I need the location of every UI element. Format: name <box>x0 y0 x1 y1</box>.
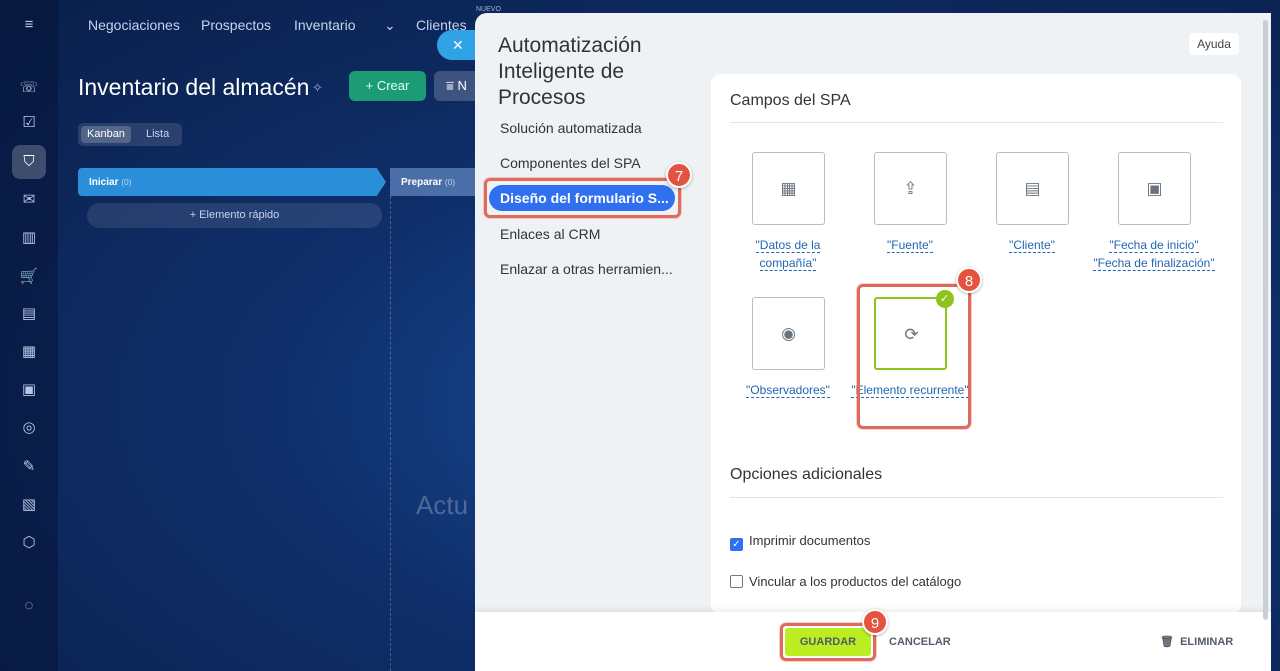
slider-footer: GUARDAR 9 CANCELAR 🗑 ELIMINAR <box>475 609 1271 671</box>
option-vincular-productos[interactable]: Vincular a los productos del catálogo <box>730 574 961 589</box>
delete-label: ELIMINAR <box>1180 636 1234 648</box>
field-label[interactable]: "Cliente" <box>971 236 1093 254</box>
page-title: Inventario del almacén <box>78 74 310 100</box>
option-label: Imprimir documentos <box>749 533 871 548</box>
field-tile[interactable]: ◉ <box>751 297 825 370</box>
nav-chevron-icon: ⌄ <box>384 17 396 33</box>
fields-section-title: Campos del SPA <box>730 92 851 109</box>
menu-item-componentes[interactable]: Componentes del SPA <box>500 155 641 171</box>
field-label[interactable]: "Fecha de inicio" "Fecha de finalización… <box>1093 236 1215 272</box>
checkbox-unchecked[interactable] <box>730 575 743 588</box>
crm-funnel-icon[interactable]: ⛉ <box>12 145 46 179</box>
delete-button[interactable]: 🗑 ELIMINAR <box>1160 628 1233 656</box>
step-badge-7: 7 <box>666 162 692 188</box>
stage-header-iniciar[interactable]: Iniciar (0) <box>78 168 386 196</box>
nav-item-prospectos[interactable]: Prospectos <box>201 17 271 33</box>
tasks-icon[interactable]: ☑ <box>19 113 39 133</box>
nav-item-negociaciones[interactable]: Negociaciones <box>88 17 180 33</box>
slider-scrollbar[interactable] <box>1263 20 1268 620</box>
create-button[interactable]: + Crear <box>349 71 426 101</box>
id-card-icon[interactable]: ▤ <box>19 304 39 324</box>
column-divider <box>390 196 391 671</box>
inbox-icon[interactable]: ✉ <box>19 190 39 210</box>
cart-icon[interactable]: 🛒 <box>19 267 39 287</box>
calendar-icon[interactable]: ▦ <box>19 342 39 362</box>
view-tab-kanban[interactable]: Kanban <box>81 126 131 143</box>
highlight-box-step-8 <box>857 284 971 429</box>
pen-icon[interactable]: ✎ <box>19 457 39 477</box>
field-datos-compania[interactable]: ▦ "Datos de la compañía" <box>727 152 849 272</box>
target-icon[interactable]: ◎ <box>19 418 39 438</box>
close-slider-button[interactable]: ✕ <box>437 30 477 60</box>
contact-center-icon[interactable]: ☏ <box>19 78 39 98</box>
calendar-icon: ▣ <box>1146 179 1163 198</box>
section-divider <box>730 122 1223 123</box>
nav-item-inventario[interactable]: Inventario <box>294 17 355 33</box>
option-imprimir-documentos[interactable]: ✓ Imprimir documentos <box>730 533 870 551</box>
section-divider <box>730 497 1223 498</box>
highlight-box-step-7 <box>484 178 681 218</box>
settings-icon[interactable]: ◌ <box>19 596 39 616</box>
left-sidebar: ≡ ☏ ☑ ⛉ ✉ ▥ 🛒 ▤ ▦ ▣ ◎ ✎ ▧ ⬡ ◌ <box>0 0 58 671</box>
filter-icon: ⩸ <box>446 78 458 93</box>
trash-icon: 🗑 <box>1160 636 1181 648</box>
document-icon[interactable]: ▧ <box>19 495 39 515</box>
slider-title: Automatización Inteligente de Procesos <box>498 34 642 109</box>
archive-icon[interactable]: ▣ <box>19 380 39 400</box>
stage-name: Preparar <box>401 177 443 188</box>
stage-count: (0) <box>121 177 132 187</box>
field-label[interactable]: "Datos de la compañía" <box>727 236 849 272</box>
content-card: Campos del SPA ▦ "Datos de la compañía" … <box>711 74 1241 614</box>
stage-name: Iniciar <box>89 177 119 188</box>
filter-label: N <box>457 78 467 93</box>
field-tile[interactable]: ▦ <box>751 152 825 225</box>
menu-item-solucion[interactable]: Solución automatizada <box>500 120 642 136</box>
cancel-button[interactable]: CANCELAR <box>889 628 951 656</box>
field-tile[interactable]: ▣ <box>1117 152 1191 225</box>
view-switcher: Kanban Lista <box>78 123 182 146</box>
options-section-title: Opciones adicionales <box>730 466 883 483</box>
save-button[interactable]: GUARDAR <box>785 628 871 656</box>
eye-icon: ◉ <box>781 324 796 343</box>
stage-header-preparar[interactable]: Preparar (0) <box>390 168 478 196</box>
help-button[interactable]: Ayuda <box>1189 33 1239 55</box>
id-card-icon: ▤ <box>1024 179 1041 198</box>
view-tab-lista[interactable]: Lista <box>140 126 175 143</box>
pin-icon[interactable]: ✧ <box>312 80 323 96</box>
menu-item-enlazar-herramientas[interactable]: Enlazar a otras herramien... <box>500 261 673 277</box>
option-label: Vincular a los productos del catálogo <box>749 574 962 589</box>
field-fechas[interactable]: ▣ "Fecha de inicio" "Fecha de finalizaci… <box>1093 152 1215 272</box>
field-tile[interactable]: ▤ <box>995 152 1069 225</box>
step-badge-8: 8 <box>956 267 982 293</box>
close-icon: ✕ <box>452 37 464 53</box>
quick-add-button[interactable]: + Elemento rápido <box>87 203 382 228</box>
box-icon[interactable]: ⬡ <box>19 533 39 553</box>
share-icon: ⇪ <box>903 179 918 198</box>
checkbox-checked[interactable]: ✓ <box>730 538 743 551</box>
new-tag: NUEVO <box>476 6 501 13</box>
stage-count: (0) <box>444 177 456 187</box>
automation-slider: Automatización Inteligente de Procesos A… <box>475 13 1271 671</box>
menu-item-enlaces-crm[interactable]: Enlaces al CRM <box>500 226 600 242</box>
top-navigation: Negociaciones Prospectos Inventario ⌄ Cl… <box>58 0 478 50</box>
field-label[interactable]: "Observadores" <box>727 381 849 399</box>
analytics-icon[interactable]: ▥ <box>19 228 39 248</box>
field-fuente[interactable]: ⇪ "Fuente" <box>849 152 971 254</box>
field-tile[interactable]: ⇪ <box>873 152 947 225</box>
menu-icon[interactable]: ≡ <box>19 15 39 35</box>
field-label[interactable]: "Fuente" <box>849 236 971 254</box>
building-icon: ▦ <box>780 179 797 198</box>
field-cliente[interactable]: ▤ "Cliente" <box>971 152 1093 254</box>
step-badge-9: 9 <box>862 609 888 635</box>
filter-button[interactable]: ⩸ N <box>434 71 478 101</box>
background-text: Actu <box>416 490 469 520</box>
field-observadores[interactable]: ◉ "Observadores" <box>727 297 849 399</box>
